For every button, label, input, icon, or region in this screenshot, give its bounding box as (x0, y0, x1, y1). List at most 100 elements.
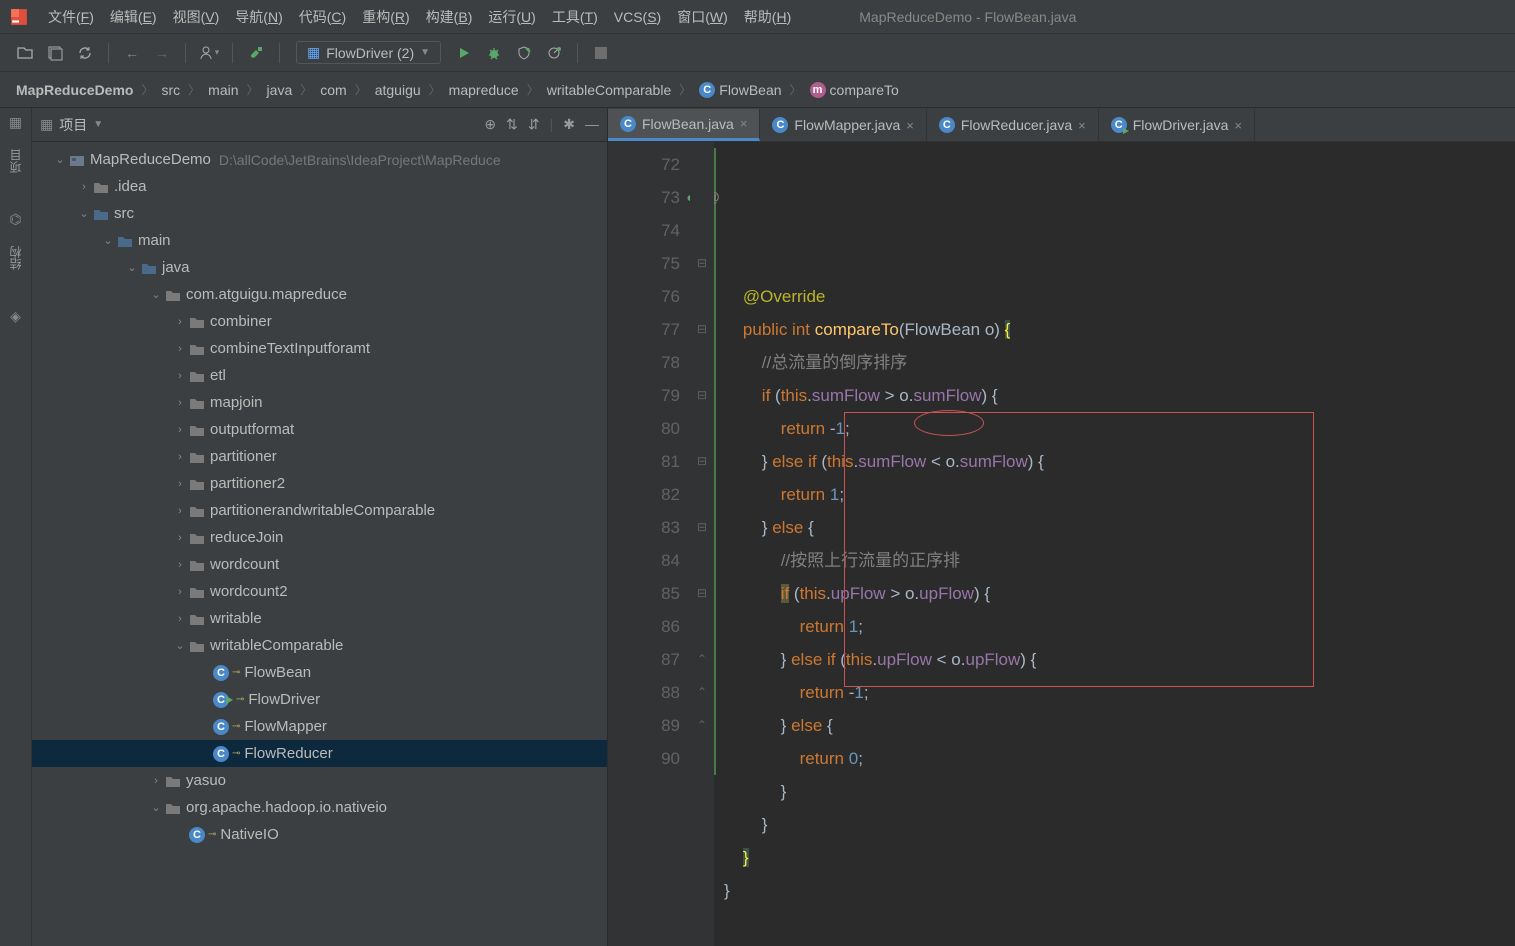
tree-node[interactable]: ⌄com.atguigu.mapreduce (32, 281, 607, 308)
line-number[interactable]: 79 (608, 379, 680, 412)
breadcrumb-item[interactable]: java (263, 82, 297, 98)
line-number[interactable]: 80 (608, 412, 680, 445)
code-line[interactable]: } (724, 841, 1515, 874)
fold-marker[interactable] (690, 346, 714, 379)
line-number[interactable]: 89 (608, 709, 680, 742)
line-number[interactable]: 86 (608, 610, 680, 643)
tree-arrow-icon[interactable]: ⌄ (148, 801, 164, 814)
code-line[interactable]: return -1; (724, 676, 1515, 709)
tree-arrow-icon[interactable]: › (172, 559, 188, 571)
line-number[interactable]: 75 (608, 247, 680, 280)
fold-marker[interactable]: ⌃ (690, 643, 714, 676)
breadcrumb-item[interactable]: mcompareTo (806, 82, 903, 98)
code-line[interactable]: } else if (this.upFlow < o.upFlow) { (724, 643, 1515, 676)
code-line[interactable]: //按照上行流量的正序排 (724, 544, 1515, 577)
forward-icon[interactable]: → (149, 40, 175, 66)
fold-marker[interactable]: ⊟ (690, 577, 714, 610)
tree-node[interactable]: ›outputformat (32, 416, 607, 443)
menu-item[interactable]: 视图(V) (165, 9, 228, 25)
menu-item[interactable]: VCS(S) (606, 9, 669, 25)
fold-marker[interactable] (690, 742, 714, 775)
code-line[interactable]: } else { (724, 511, 1515, 544)
tree-node[interactable]: ›wordcount2 (32, 578, 607, 605)
project-tree[interactable]: ⌄MapReduceDemoD:\allCode\JetBrains\IdeaP… (32, 142, 607, 946)
tree-arrow-icon[interactable]: ⌄ (172, 639, 188, 652)
tree-arrow-icon[interactable]: › (172, 343, 188, 355)
tree-node[interactable]: C⊸FlowReducer (32, 740, 607, 767)
profile-icon[interactable] (541, 40, 567, 66)
fold-marker[interactable] (690, 478, 714, 511)
fold-marker[interactable]: ⌃ (690, 676, 714, 709)
line-number[interactable]: 82 (608, 478, 680, 511)
tree-arrow-icon[interactable]: › (148, 775, 164, 787)
tree-node[interactable]: ›partitionerandwritableComparable (32, 497, 607, 524)
structure-tool-label[interactable]: 结构 (7, 246, 24, 270)
fold-gutter[interactable]: ⊟⊟⊟⊟⊟⊟⌃⌃⌃ (690, 142, 714, 946)
fold-marker[interactable]: ⊟ (690, 247, 714, 280)
code-line[interactable]: return 1; (724, 478, 1515, 511)
open-icon[interactable] (12, 40, 38, 66)
dropdown-icon[interactable]: ▼ (93, 119, 103, 130)
menu-item[interactable]: 重构(R) (354, 9, 417, 25)
line-number[interactable]: 81 (608, 445, 680, 478)
code-line[interactable]: if (this.upFlow > o.upFlow) { (724, 577, 1515, 610)
menu-item[interactable]: 运行(U) (480, 9, 543, 25)
breadcrumb-item[interactable]: atguigu (371, 82, 425, 98)
tree-arrow-icon[interactable]: › (172, 451, 188, 463)
structure-tool-icon[interactable]: ⌬ (9, 211, 21, 228)
fold-marker[interactable] (690, 610, 714, 643)
code-line[interactable]: @Override (724, 280, 1515, 313)
tree-node[interactable]: ›.idea (32, 173, 607, 200)
code-line[interactable]: //总流量的倒序排序 (724, 346, 1515, 379)
tree-arrow-icon[interactable]: ⌄ (100, 234, 116, 247)
tree-arrow-icon[interactable]: ⌄ (124, 261, 140, 274)
line-number[interactable]: 73●↑ @ (608, 181, 680, 214)
tree-node[interactable]: ›mapjoin (32, 389, 607, 416)
close-tab-icon[interactable]: × (1078, 118, 1086, 133)
editor-tab[interactable]: CFlowReducer.java× (927, 109, 1099, 141)
tree-node[interactable]: C⊸NativeIO (32, 821, 607, 848)
tree-node[interactable]: ⌄src (32, 200, 607, 227)
select-opened-icon[interactable]: ⊕ (484, 116, 496, 133)
debug-icon[interactable] (481, 40, 507, 66)
tree-arrow-icon[interactable]: › (172, 478, 188, 490)
close-tab-icon[interactable]: × (740, 116, 748, 131)
code-line[interactable]: if (this.sumFlow > o.sumFlow) { (724, 379, 1515, 412)
tree-arrow-icon[interactable]: › (172, 613, 188, 625)
line-number[interactable]: 77 (608, 313, 680, 346)
tree-node[interactable]: ⌄main (32, 227, 607, 254)
tree-node[interactable]: ›etl (32, 362, 607, 389)
fold-marker[interactable]: ⌃ (690, 709, 714, 742)
close-tab-icon[interactable]: × (1234, 118, 1242, 133)
line-number[interactable]: 83 (608, 511, 680, 544)
tree-arrow-icon[interactable]: ⌄ (76, 207, 92, 220)
line-number[interactable]: 87 (608, 643, 680, 676)
tree-arrow-icon[interactable]: › (172, 397, 188, 409)
fold-marker[interactable]: ⊟ (690, 445, 714, 478)
menu-item[interactable]: 编辑(E) (102, 9, 165, 25)
bookmarks-tool-icon[interactable]: ◈ (10, 308, 21, 325)
code-line[interactable]: } else if (this.sumFlow < o.sumFlow) { (724, 445, 1515, 478)
coverage-icon[interactable] (511, 40, 537, 66)
breadcrumb-item[interactable]: writableComparable (543, 82, 676, 98)
sync-icon[interactable] (72, 40, 98, 66)
code-line[interactable]: return -1; (724, 412, 1515, 445)
tree-node[interactable]: C⊸FlowBean (32, 659, 607, 686)
tree-node[interactable]: C⊸FlowMapper (32, 713, 607, 740)
hide-panel-icon[interactable]: — (585, 116, 599, 133)
line-number[interactable]: 85 (608, 577, 680, 610)
menu-item[interactable]: 窗口(W) (669, 9, 736, 25)
line-gutter[interactable]: 7273●↑ @74757677787980818283848586878889… (608, 142, 690, 946)
line-number[interactable]: 84 (608, 544, 680, 577)
tree-node[interactable]: ›yasuo (32, 767, 607, 794)
editor-tab[interactable]: CFlowDriver.java× (1099, 109, 1255, 141)
hammer-icon[interactable] (243, 40, 269, 66)
tree-arrow-icon[interactable]: ⌄ (148, 288, 164, 301)
editor-tab[interactable]: CFlowMapper.java× (760, 109, 926, 141)
tree-arrow-icon[interactable]: ⌄ (52, 153, 68, 166)
menu-item[interactable]: 构建(B) (418, 9, 481, 25)
code-line[interactable]: public int compareTo(FlowBean o) { (724, 313, 1515, 346)
tree-arrow-icon[interactable]: › (172, 532, 188, 544)
menu-item[interactable]: 帮助(H) (736, 9, 799, 25)
settings-icon[interactable]: ✱ (563, 116, 575, 133)
